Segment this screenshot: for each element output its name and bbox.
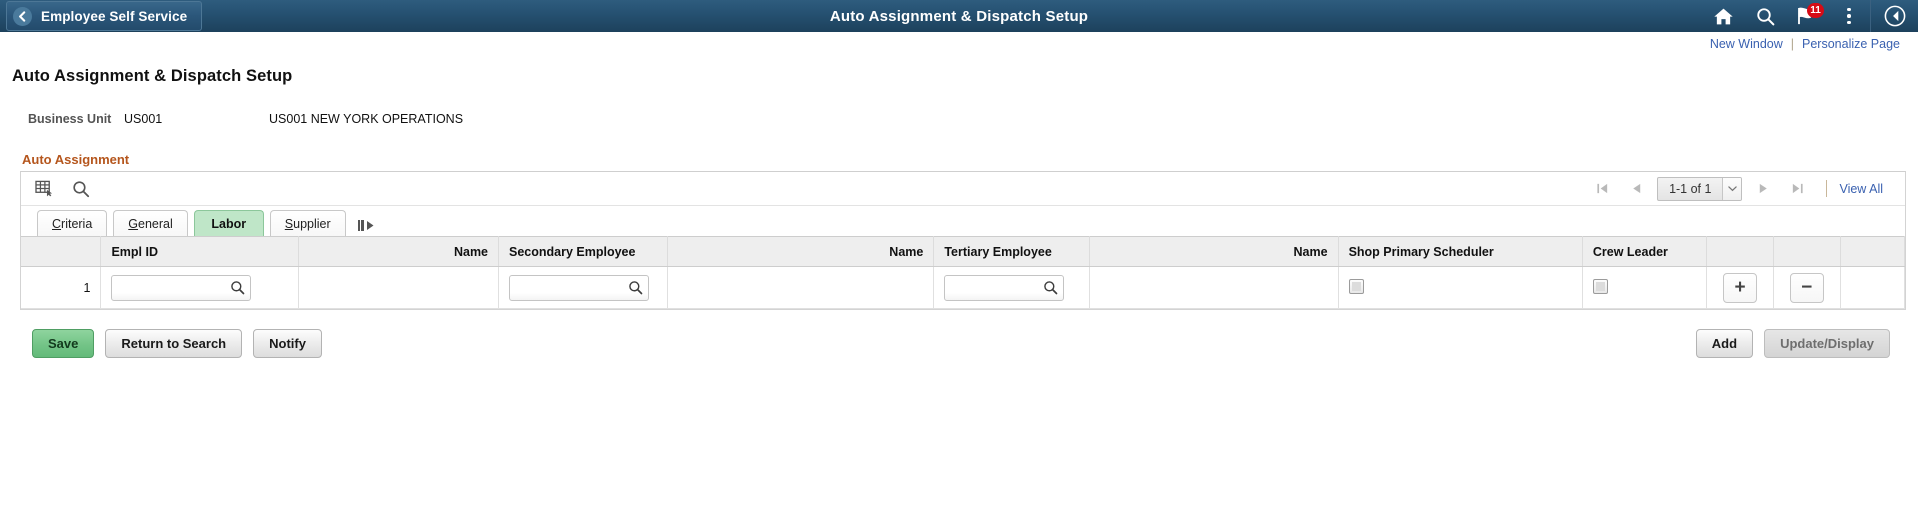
save-button[interactable]: Save [32,329,95,358]
column-header-name-2: Name [667,236,935,267]
column-header-secondary-employee: Secondary Employee [498,236,668,267]
row-number: 1 [21,266,102,309]
chevron-left-icon [13,6,32,26]
page-footer-actions: Save Return to Search Notify Add Update/… [32,329,1908,358]
new-window-link[interactable]: New Window [1702,37,1791,51]
delete-row-label: − [1801,277,1813,298]
grid-tab-strip: Criteria General Labor Supplier [21,206,1905,236]
cell-crew-leader [1582,266,1708,309]
labor-assignment-table: Empl ID Name Secondary Employee Name Ter… [21,236,1905,309]
column-header-name-1: Name [298,236,500,267]
tab-supplier[interactable]: Supplier [269,210,346,236]
tab-supplier-accel: S [284,216,294,231]
delete-row-button[interactable]: − [1789,272,1824,303]
column-header-crew-leader: Crew Leader [1582,236,1708,267]
page-title: Auto Assignment & Dispatch Setup [12,67,293,85]
tab-criteria-label: riteria [61,216,93,231]
chevron-down-icon[interactable] [1722,177,1742,200]
column-header-delete [1773,236,1841,267]
column-header-rownum [21,236,102,267]
tab-general-label: eneral [138,216,173,231]
tab-supplier-label: upplier [293,216,331,231]
business-unit-label: Business Unit [28,112,112,126]
cell-spacer [1840,266,1905,309]
first-page-icon[interactable] [1585,176,1619,202]
empl-id-lookup-icon[interactable] [225,275,249,301]
last-page-icon[interactable] [1780,176,1814,202]
previous-page-icon[interactable] [1619,176,1653,202]
toolbar-divider [1826,180,1828,197]
cell-add-row: + [1706,266,1774,309]
notify-button[interactable]: Notify [253,329,322,358]
cell-secondary-employee [498,266,668,309]
column-header-spacer [1840,236,1905,267]
app-header: Employee Self Service Auto Assignment & … [0,0,1918,32]
update-display-button: Update/Display [1764,329,1890,358]
search-icon[interactable] [1744,0,1786,32]
table-row: 1 + − [21,266,1905,309]
page-action-links: New Window | Personalize Page [0,32,1918,56]
tab-criteria-accel: C [52,216,62,231]
business-unit-description: US001 NEW YORK OPERATIONS [269,112,464,126]
crew-leader-checkbox[interactable] [1592,278,1608,294]
notifications-flag-icon[interactable]: 11 [1786,0,1828,32]
business-unit-value: US001 [124,112,163,126]
tab-labor-label: Labor [211,216,247,231]
add-button[interactable]: Add [1695,329,1754,358]
cell-tertiary-employee [933,266,1090,309]
row-counter[interactable]: 1-1 of 1 [1657,176,1743,201]
column-header-empl-id: Empl ID [100,236,300,267]
back-to-employee-self-service-button[interactable]: Employee Self Service [6,1,203,31]
tab-general-accel: G [128,216,139,231]
business-unit-row: Business Unit US001 US001 NEW YORK OPERA… [28,112,1908,126]
shop-primary-scheduler-checkbox[interactable] [1348,278,1364,294]
view-all-link[interactable]: View All [1839,182,1899,196]
column-header-shop-primary-scheduler: Shop Primary Scheduler [1338,236,1583,267]
cell-empl-id [100,266,300,309]
cell-delete-row: − [1773,266,1841,309]
find-icon[interactable] [72,180,90,198]
add-row-button[interactable]: + [1723,272,1758,303]
secondary-employee-lookup-icon[interactable] [623,275,647,301]
add-row-label: + [1734,277,1746,298]
tab-labor[interactable]: Labor [193,210,264,236]
column-header-tertiary-employee: Tertiary Employee [933,236,1090,267]
table-header-row: Empl ID Name Secondary Employee Name Ter… [21,236,1905,267]
navigator-icon[interactable] [1870,0,1918,32]
personalize-page-link[interactable]: Personalize Page [1794,37,1908,51]
tab-general[interactable]: General [113,210,188,236]
tertiary-employee-lookup-icon[interactable] [1038,275,1062,301]
page-body: Auto Assignment & Dispatch Setup Busines… [0,67,1918,358]
back-button-label: Employee Self Service [41,8,188,24]
next-page-icon[interactable] [1746,176,1780,202]
more-actions-icon[interactable] [1828,0,1870,32]
home-icon[interactable] [1702,0,1744,32]
cell-name-3 [1089,266,1339,309]
cell-shop-primary-scheduler [1338,266,1583,309]
tab-criteria[interactable]: Criteria [37,210,108,236]
auto-assignment-grid: 1-1 of 1 View All Criteria General Labor… [20,171,1906,310]
cell-name-2 [667,266,935,309]
page-mode-actions: Add Update/Display [1695,329,1890,358]
page-header-title: Auto Assignment & Dispatch Setup [829,7,1089,25]
notification-count-badge: 11 [1807,3,1824,18]
section-title-auto-assignment: Auto Assignment [22,152,130,167]
grid-personalize-icon[interactable] [35,180,54,197]
column-header-name-3: Name [1089,236,1339,267]
expand-all-tabs-icon[interactable] [352,220,383,236]
column-header-add [1706,236,1774,267]
return-to-search-button[interactable]: Return to Search [105,329,243,358]
header-icon-group: 11 [1702,0,1918,32]
cell-name-1 [298,266,500,309]
grid-toolbar: 1-1 of 1 View All [21,172,1905,206]
row-counter-text: 1-1 of 1 [1669,181,1712,196]
